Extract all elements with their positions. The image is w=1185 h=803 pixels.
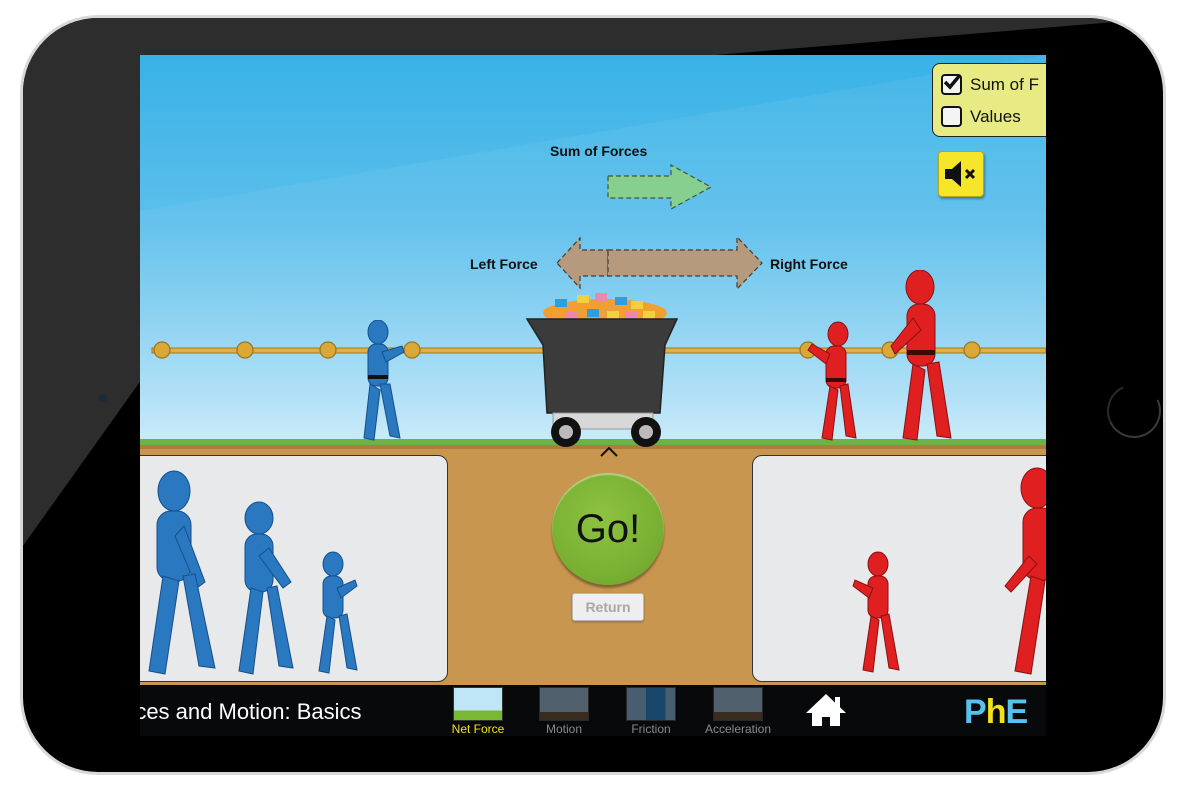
right-puller-large[interactable] — [885, 270, 955, 448]
tab-net-force-label: Net Force — [451, 722, 505, 736]
go-button[interactable]: Go! — [552, 473, 664, 585]
rope-knot — [153, 341, 171, 359]
left-force-label: Left Force — [470, 256, 538, 272]
sum-of-forces-label: Sum of Forces — [550, 143, 648, 159]
sum-of-forces-checkbox[interactable] — [941, 73, 962, 95]
right-puller-small — [852, 551, 900, 673]
right-force-label: Right Force — [770, 256, 848, 272]
controls-panel: Sum of F Values — [932, 63, 1046, 137]
sim-title: rces and Motion: Basics — [140, 699, 362, 724]
left-puller-small[interactable] — [360, 320, 420, 448]
right-puller-large — [1004, 467, 1046, 675]
right-puller-small[interactable] — [800, 320, 860, 448]
sum-of-forces-checkbox-label: Sum of F — [970, 74, 1039, 94]
chevron-up-icon[interactable] — [597, 443, 621, 459]
right-force-arrow — [607, 235, 763, 291]
return-button[interactable]: Return — [572, 593, 644, 621]
motion-thumbnail-icon — [539, 687, 589, 721]
tab-friction[interactable]: Friction — [616, 687, 686, 736]
tab-motion[interactable]: Motion — [529, 687, 599, 736]
left-puller-large — [148, 470, 216, 675]
left-force-arrow — [556, 236, 609, 290]
navigation-bar: rces and Motion: Basics Net Force Motion… — [140, 685, 1046, 736]
rope-knot — [963, 341, 981, 359]
rope-knot — [319, 341, 337, 359]
values-checkbox-label: Values — [970, 106, 1021, 126]
values-checkbox-row[interactable]: Values — [941, 106, 1021, 127]
phet-logo[interactable]: PhE — [964, 693, 1028, 732]
tab-acceleration-label: Acceleration — [704, 722, 772, 736]
acceleration-thumbnail-icon — [713, 687, 763, 721]
net-force-thumbnail-icon — [453, 687, 503, 721]
right-puller-figures — [852, 467, 1046, 675]
tab-net-force[interactable]: Net Force — [443, 687, 513, 736]
values-checkbox[interactable] — [941, 106, 962, 127]
sound-toggle-button[interactable] — [938, 151, 984, 197]
rope-knot — [236, 341, 254, 359]
tab-motion-label: Motion — [545, 722, 583, 736]
left-puller-figures — [148, 470, 358, 675]
left-puller-toolbox — [140, 455, 448, 682]
friction-thumbnail-icon — [626, 687, 676, 721]
sim-screen: Sum of Forces Left Force Right Force Sum… — [140, 55, 1046, 736]
left-puller-medium — [238, 501, 294, 675]
checkmark-icon — [943, 73, 962, 90]
sum-of-forces-checkbox-row[interactable]: Sum of F — [941, 73, 1039, 95]
left-puller-small — [318, 551, 358, 674]
tab-friction-label: Friction — [631, 722, 671, 736]
home-icon[interactable] — [804, 691, 848, 729]
camera-icon — [99, 394, 107, 402]
speaker-muted-icon — [945, 161, 976, 187]
sum-of-forces-arrow — [607, 163, 713, 211]
tab-acceleration[interactable]: Acceleration — [703, 687, 773, 736]
left-right-force-arrows — [556, 235, 763, 291]
right-puller-toolbox — [752, 455, 1046, 682]
candy-cart — [525, 293, 679, 447]
tablet-home-button[interactable] — [1099, 376, 1163, 446]
